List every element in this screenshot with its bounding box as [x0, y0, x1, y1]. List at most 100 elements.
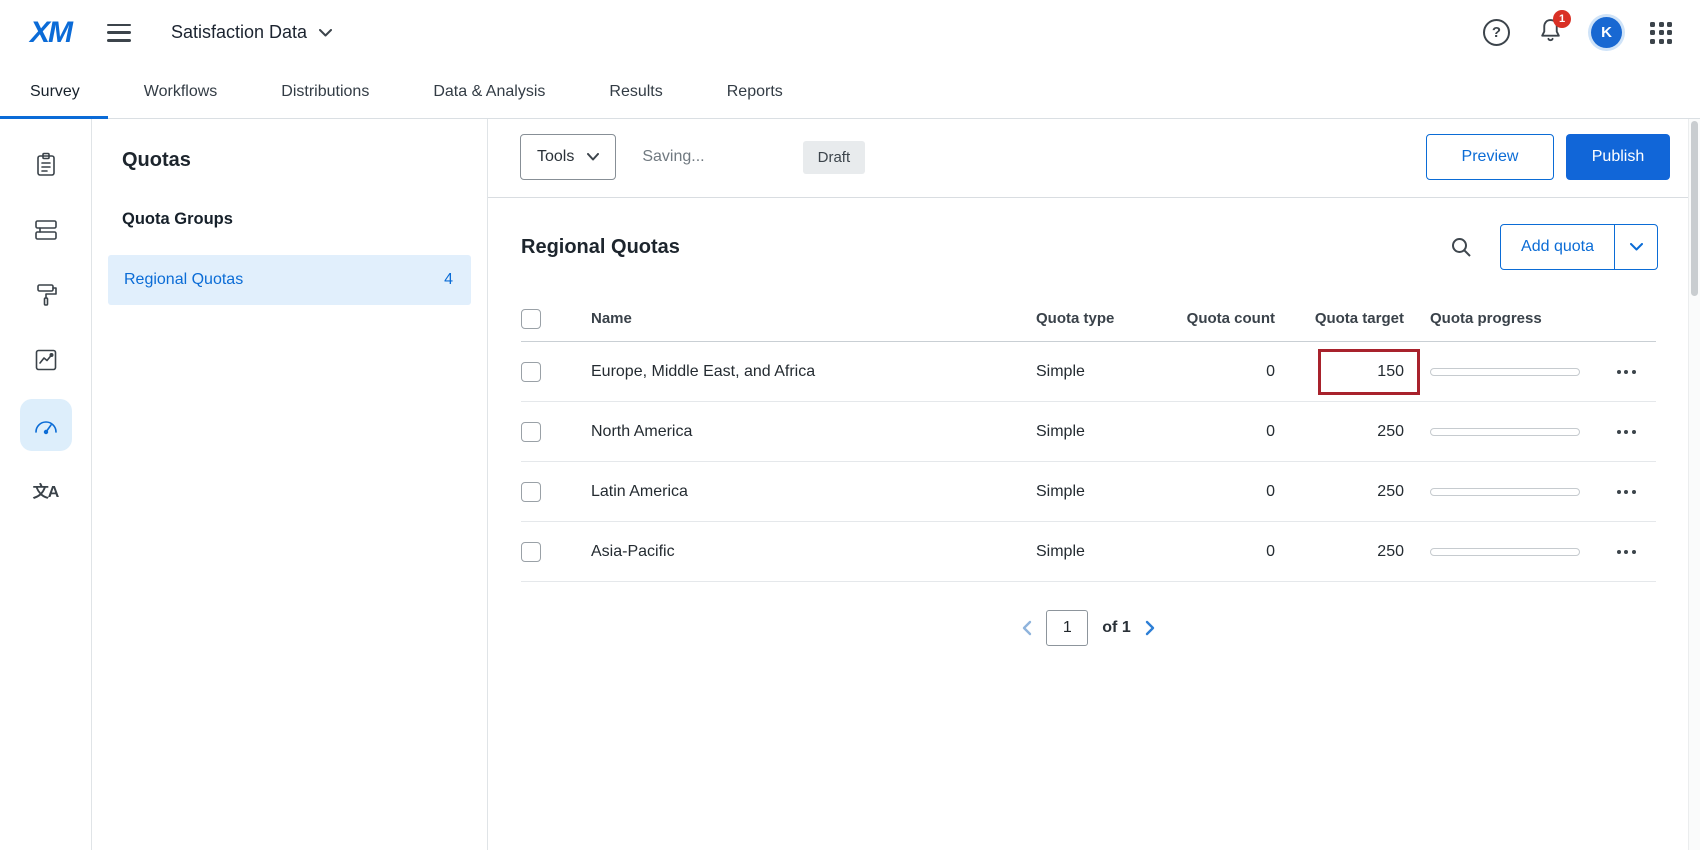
- pagination: of 1: [521, 610, 1656, 646]
- chevron-down-icon: [1630, 243, 1643, 251]
- column-header-quota-count: Quota count: [1171, 310, 1301, 327]
- main-content: Tools Saving... Draft Preview Publish Re…: [488, 119, 1700, 850]
- quota-count: 0: [1171, 363, 1301, 381]
- quotas-panel: Quotas Quota Groups Regional Quotas 4: [92, 119, 488, 850]
- quota-progress-bar: [1430, 548, 1580, 556]
- section-title: Regional Quotas: [521, 236, 680, 259]
- project-title: Satisfaction Data: [171, 22, 307, 43]
- quota-target-value: 250: [1377, 423, 1404, 440]
- column-header-quota-target: Quota target: [1301, 310, 1416, 327]
- toolbar-divider: [488, 197, 1700, 198]
- project-tabbar: Survey Workflows Distributions Data & An…: [0, 65, 1700, 119]
- tab-survey[interactable]: Survey: [30, 65, 80, 118]
- highlight-annotation: [1318, 349, 1420, 395]
- quota-target-value: 150: [1377, 363, 1404, 380]
- select-all-checkbox[interactable]: [521, 309, 541, 329]
- project-title-menu[interactable]: Satisfaction Data: [171, 22, 332, 43]
- table-row[interactable]: Europe, Middle East, and Africa Simple 0…: [521, 342, 1656, 402]
- add-quota-button[interactable]: Add quota: [1501, 225, 1615, 269]
- quota-target-value: 250: [1377, 483, 1404, 500]
- table-header-row: Name Quota type Quota count Quota target…: [521, 296, 1656, 342]
- row-overflow-menu-icon[interactable]: [1615, 424, 1638, 440]
- tab-distributions[interactable]: Distributions: [281, 65, 369, 118]
- quota-target[interactable]: 250: [1301, 483, 1416, 501]
- tools-dropdown-button[interactable]: Tools: [520, 134, 616, 180]
- notification-badge: 1: [1553, 10, 1571, 28]
- publish-button[interactable]: Publish: [1566, 134, 1670, 180]
- quota-progress-bar: [1430, 368, 1580, 376]
- panel-title: Quotas: [122, 149, 487, 172]
- column-header-quota-type: Quota type: [1036, 310, 1171, 327]
- table-row[interactable]: Latin America Simple 0 250: [521, 462, 1656, 522]
- apps-grid-icon[interactable]: [1650, 22, 1672, 44]
- quota-name: Asia-Pacific: [567, 543, 1036, 561]
- tools-label: Tools: [537, 148, 574, 166]
- row-overflow-menu-icon[interactable]: [1615, 484, 1638, 500]
- quotas-table: Name Quota type Quota count Quota target…: [521, 296, 1656, 582]
- tab-data-analysis[interactable]: Data & Analysis: [433, 65, 545, 118]
- toolbar-actions: Preview Publish: [1426, 134, 1670, 180]
- look-and-feel-icon[interactable]: [20, 269, 72, 321]
- quota-target[interactable]: 150: [1301, 363, 1416, 381]
- row-checkbox[interactable]: [521, 542, 541, 562]
- column-header-name: Name: [567, 310, 1036, 327]
- quota-groups-heading: Quota Groups: [122, 210, 487, 229]
- quota-progress-bar: [1430, 488, 1580, 496]
- scrollbar-thumb[interactable]: [1691, 121, 1698, 296]
- quota-target-value: 250: [1377, 543, 1404, 560]
- content-area: 文A Quotas Quota Groups Regional Quotas 4…: [0, 119, 1700, 850]
- survey-options-icon[interactable]: [20, 334, 72, 386]
- quota-name: North America: [567, 423, 1036, 441]
- row-checkbox[interactable]: [521, 422, 541, 442]
- table-row[interactable]: Asia-Pacific Simple 0 250: [521, 522, 1656, 582]
- row-overflow-menu-icon[interactable]: [1615, 544, 1638, 560]
- survey-builder-icon[interactable]: [20, 139, 72, 191]
- translations-icon[interactable]: 文A: [20, 464, 72, 516]
- xm-logo[interactable]: XM: [30, 16, 71, 50]
- quotas-icon[interactable]: [20, 399, 72, 451]
- hamburger-menu-icon[interactable]: [107, 24, 131, 42]
- chevron-down-icon: [319, 29, 332, 37]
- column-header-quota-progress: Quota progress: [1416, 310, 1596, 327]
- quota-target[interactable]: 250: [1301, 543, 1416, 561]
- quota-count: 0: [1171, 483, 1301, 501]
- row-overflow-menu-icon[interactable]: [1615, 364, 1638, 380]
- saving-status: Saving...: [642, 148, 704, 166]
- quota-count: 0: [1171, 423, 1301, 441]
- status-badge: Draft: [803, 141, 866, 174]
- survey-icon-rail: 文A: [0, 119, 92, 850]
- quota-progress-bar: [1430, 428, 1580, 436]
- quota-type: Simple: [1036, 483, 1171, 501]
- chevron-down-icon: [587, 153, 599, 161]
- add-quota-dropdown[interactable]: [1615, 225, 1657, 269]
- notifications-button[interactable]: 1: [1538, 17, 1563, 48]
- quota-target[interactable]: 250: [1301, 423, 1416, 441]
- quota-group-label: Regional Quotas: [124, 271, 243, 289]
- help-icon[interactable]: ?: [1483, 19, 1510, 46]
- row-checkbox[interactable]: [521, 362, 541, 382]
- quota-type: Simple: [1036, 423, 1171, 441]
- quota-count: 0: [1171, 543, 1301, 561]
- quota-type: Simple: [1036, 363, 1171, 381]
- header-actions: ? 1 K: [1483, 17, 1672, 48]
- sidebar-item-regional-quotas[interactable]: Regional Quotas 4: [108, 255, 471, 305]
- row-checkbox[interactable]: [521, 482, 541, 502]
- tab-reports[interactable]: Reports: [727, 65, 783, 118]
- next-page-icon[interactable]: [1145, 620, 1156, 636]
- page-number-input[interactable]: [1046, 610, 1088, 646]
- quota-type: Simple: [1036, 543, 1171, 561]
- tab-workflows[interactable]: Workflows: [144, 65, 218, 118]
- page-total-label: of 1: [1102, 619, 1130, 637]
- quota-name: Latin America: [567, 483, 1036, 501]
- quota-group-count: 4: [444, 271, 453, 289]
- tab-results[interactable]: Results: [609, 65, 662, 118]
- preview-button[interactable]: Preview: [1426, 134, 1554, 180]
- top-header: XM Satisfaction Data ? 1 K: [0, 0, 1700, 65]
- add-quota-split-button: Add quota: [1500, 224, 1658, 270]
- survey-flow-icon[interactable]: [20, 204, 72, 256]
- prev-page-icon[interactable]: [1021, 620, 1032, 636]
- search-icon[interactable]: [1450, 236, 1472, 258]
- scrollbar-track[interactable]: [1688, 119, 1700, 850]
- avatar[interactable]: K: [1591, 17, 1622, 48]
- table-row[interactable]: North America Simple 0 250: [521, 402, 1656, 462]
